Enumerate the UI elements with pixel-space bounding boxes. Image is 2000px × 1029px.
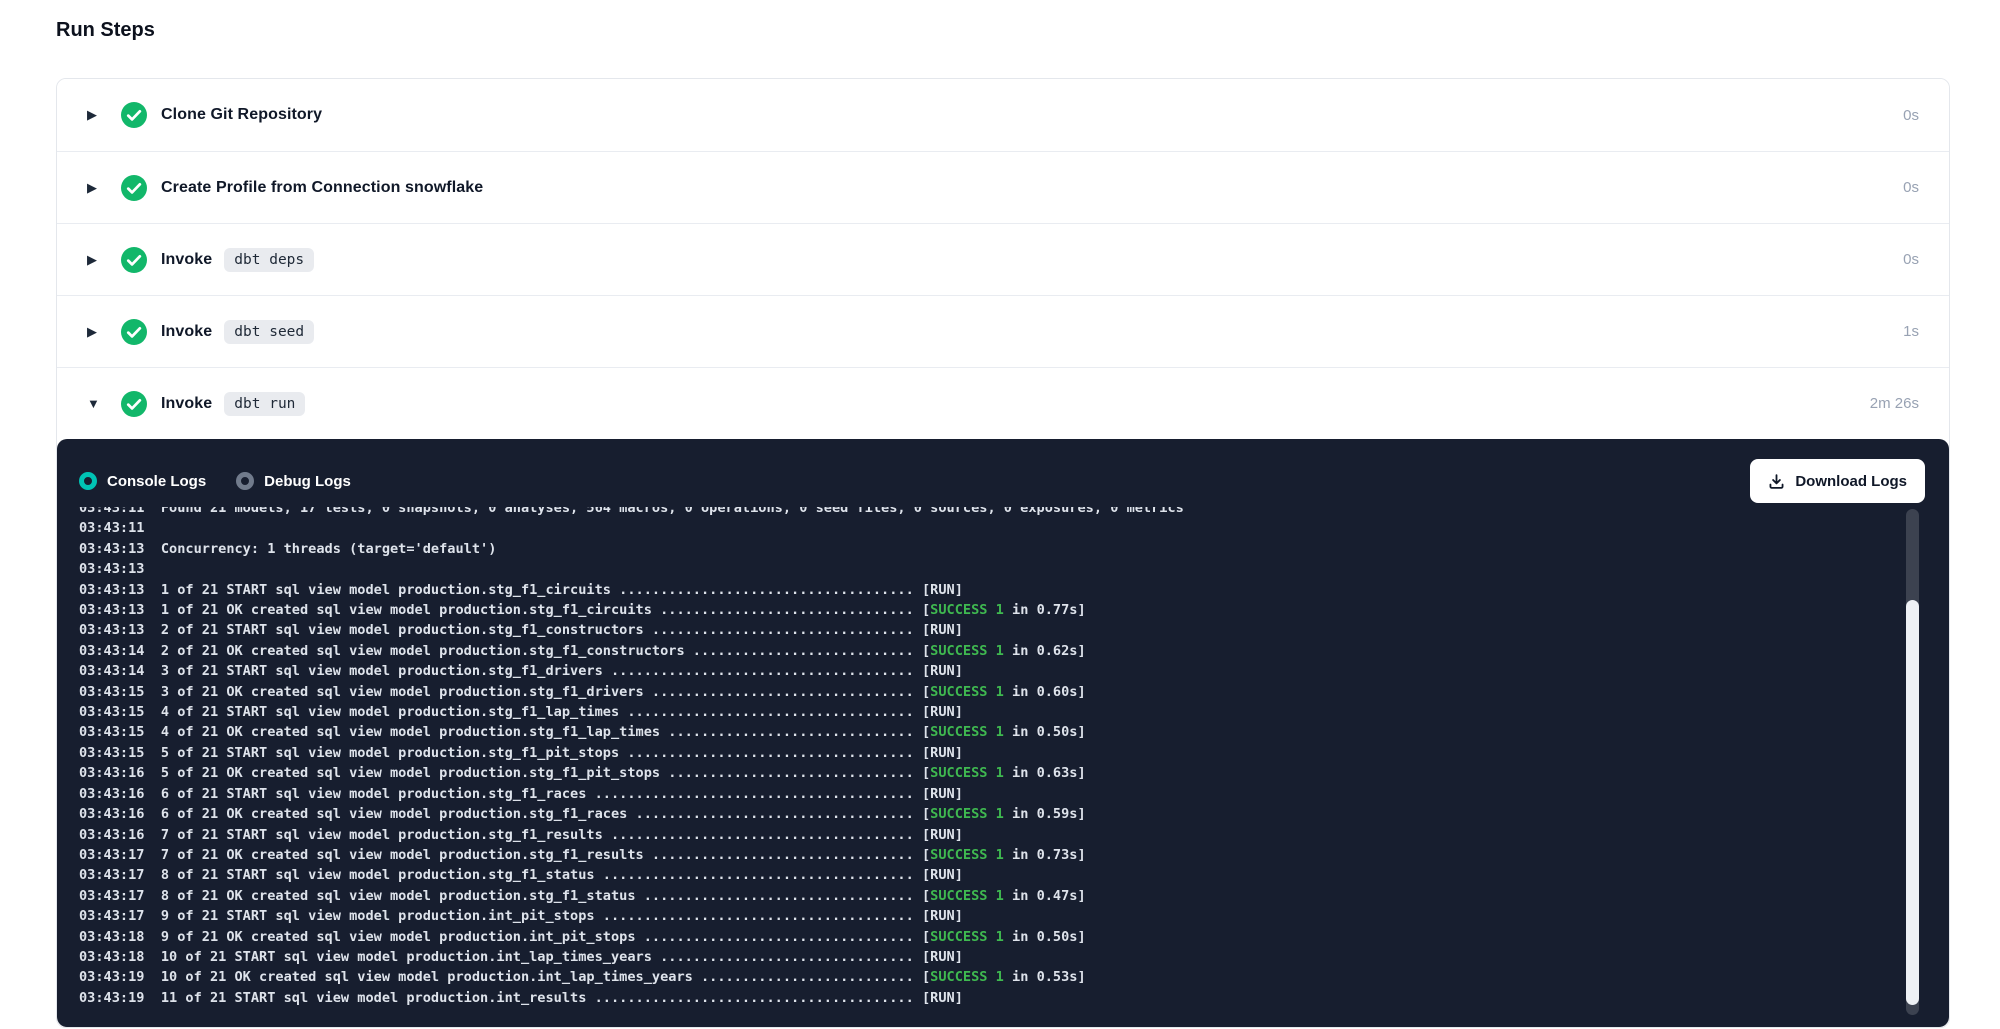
status-success-icon — [121, 102, 147, 128]
log-line: 03:43:17 7 of 21 OK created sql view mod… — [79, 845, 1881, 865]
status-success-icon — [121, 175, 147, 201]
log-line: 03:43:17 8 of 21 OK created sql view mod… — [79, 886, 1881, 906]
radio-selected-icon — [79, 472, 97, 490]
run-step-1[interactable]: ▶ Clone Git Repository 0s — [57, 79, 1949, 151]
command-badge: dbt deps — [224, 248, 314, 272]
log-line: 03:43:19 10 of 21 OK created sql view mo… — [79, 967, 1881, 987]
log-line: 03:43:13 1 of 21 START sql view model pr… — [79, 580, 1881, 600]
success-status-text: SUCCESS 1 — [930, 806, 1004, 822]
status-success-icon — [121, 391, 147, 417]
step-label: Create Profile from Connection snowflake — [161, 179, 483, 197]
download-icon — [1768, 473, 1785, 490]
log-panel: Console Logs Debug Logs Download Logs 03:… — [57, 439, 1949, 1027]
log-line: 03:43:11 Found 21 models, 17 tests, 0 sn… — [79, 507, 1881, 518]
step-duration: 0s — [1903, 107, 1919, 124]
chevron-right-icon[interactable]: ▶ — [87, 252, 105, 268]
run-steps-accordion: ▶ Clone Git Repository 0s ▶ Create Profile f… — [56, 78, 1950, 1028]
log-scrollbar[interactable] — [1906, 509, 1919, 1015]
console-log-terminal[interactable]: 03:43:11 Found 21 models, 17 tests, 0 sn… — [79, 507, 1925, 1019]
step-label: Clone Git Repository — [161, 106, 322, 124]
success-status-text: SUCCESS 1 — [930, 969, 1004, 985]
success-status-text: SUCCESS 1 — [930, 929, 1004, 945]
run-step-2[interactable]: ▶ Create Profile from Connection snowflak… — [57, 151, 1949, 223]
log-line: 03:43:13 — [79, 559, 1881, 579]
log-line: 03:43:11 — [79, 518, 1881, 538]
step-label: Invoke — [161, 323, 212, 341]
log-line: 03:43:18 9 of 21 OK created sql view mod… — [79, 927, 1881, 947]
console-logs-label: Console Logs — [107, 473, 206, 490]
step-label: Invoke — [161, 395, 212, 413]
log-line: 03:43:15 3 of 21 OK created sql view mod… — [79, 682, 1881, 702]
log-line: 03:43:16 7 of 21 START sql view model pr… — [79, 825, 1881, 845]
success-status-text: SUCCESS 1 — [930, 765, 1004, 781]
step-duration: 0s — [1903, 251, 1919, 268]
log-line: 03:43:16 6 of 21 START sql view model pr… — [79, 784, 1881, 804]
chevron-right-icon[interactable]: ▶ — [87, 107, 105, 123]
success-status-text: SUCCESS 1 — [930, 724, 1004, 740]
log-line: 03:43:15 5 of 21 START sql view model pr… — [79, 743, 1881, 763]
status-success-icon — [121, 319, 147, 345]
step-duration: 1s — [1903, 323, 1919, 340]
log-line: 03:43:13 2 of 21 START sql view model pr… — [79, 620, 1881, 640]
success-status-text: SUCCESS 1 — [930, 684, 1004, 700]
log-line: 03:43:14 3 of 21 START sql view model pr… — [79, 661, 1881, 681]
log-line: 03:43:17 8 of 21 START sql view model pr… — [79, 865, 1881, 885]
download-logs-label: Download Logs — [1795, 473, 1907, 490]
debug-logs-label: Debug Logs — [264, 473, 351, 490]
chevron-right-icon[interactable]: ▶ — [87, 180, 105, 196]
success-status-text: SUCCESS 1 — [930, 888, 1004, 904]
log-line: 03:43:16 6 of 21 OK created sql view mod… — [79, 804, 1881, 824]
log-lines: 03:43:11 Found 21 models, 17 tests, 0 sn… — [79, 507, 1881, 1008]
log-line: 03:43:14 2 of 21 OK created sql view mod… — [79, 641, 1881, 661]
debug-logs-radio[interactable]: Debug Logs — [236, 472, 351, 490]
success-status-text: SUCCESS 1 — [930, 643, 1004, 659]
step-label: Invoke — [161, 251, 212, 269]
run-step-4[interactable]: ▶ Invoke dbt seed 1s — [57, 295, 1949, 367]
success-status-text: SUCCESS 1 — [930, 602, 1004, 618]
log-toolbar: Console Logs Debug Logs Download Logs — [79, 459, 1925, 503]
log-line: 03:43:13 1 of 21 OK created sql view mod… — [79, 600, 1881, 620]
run-step-5[interactable]: ▼ Invoke dbt run 2m 26s — [57, 367, 1949, 439]
radio-unselected-icon — [236, 472, 254, 490]
download-logs-button[interactable]: Download Logs — [1750, 459, 1925, 503]
run-step-3[interactable]: ▶ Invoke dbt deps 0s — [57, 223, 1949, 295]
log-line: 03:43:17 9 of 21 START sql view model pr… — [79, 906, 1881, 926]
command-badge: dbt seed — [224, 320, 314, 344]
steps-list: ▶ Clone Git Repository 0s ▶ Create Profile f… — [57, 79, 1949, 439]
log-type-radio-group: Console Logs Debug Logs — [79, 472, 351, 490]
log-scrollbar-thumb[interactable] — [1906, 600, 1919, 1005]
chevron-down-icon[interactable]: ▼ — [87, 396, 105, 411]
log-line: 03:43:19 11 of 21 START sql view model p… — [79, 988, 1881, 1008]
status-success-icon — [121, 247, 147, 273]
log-line: 03:43:16 5 of 21 OK created sql view mod… — [79, 763, 1881, 783]
step-duration: 2m 26s — [1870, 395, 1919, 412]
log-line: 03:43:13 Concurrency: 1 threads (target=… — [79, 539, 1881, 559]
page-title: Run Steps — [56, 16, 2000, 45]
command-badge: dbt run — [224, 392, 305, 416]
log-line: 03:43:18 10 of 21 START sql view model p… — [79, 947, 1881, 967]
success-status-text: SUCCESS 1 — [930, 847, 1004, 863]
run-page: Run Steps ▶ Clone Git Repository 0s ▶ Create… — [0, 0, 2000, 1028]
console-logs-radio[interactable]: Console Logs — [79, 472, 206, 490]
chevron-right-icon[interactable]: ▶ — [87, 324, 105, 340]
step-duration: 0s — [1903, 179, 1919, 196]
log-line: 03:43:15 4 of 21 OK created sql view mod… — [79, 722, 1881, 742]
log-line: 03:43:15 4 of 21 START sql view model pr… — [79, 702, 1881, 722]
